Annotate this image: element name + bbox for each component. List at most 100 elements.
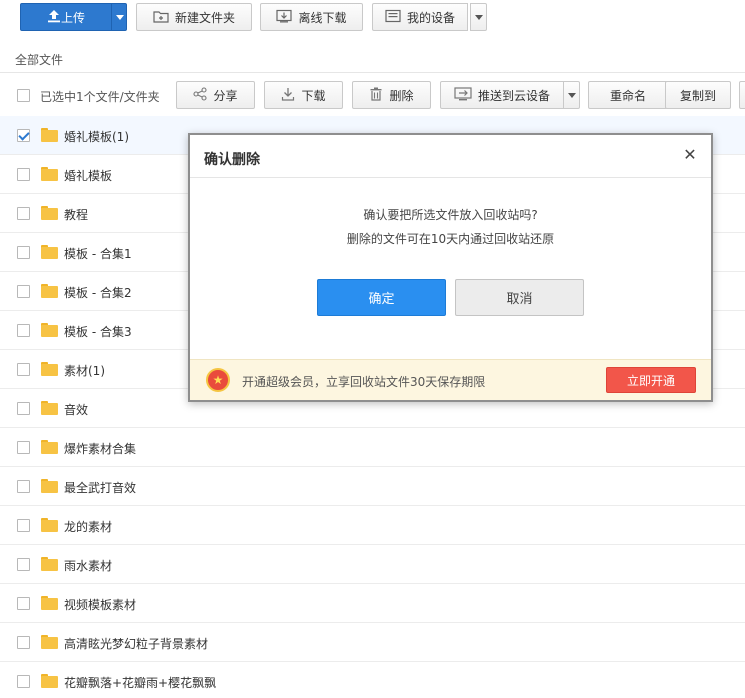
file-row[interactable]: 龙的素材	[0, 506, 745, 545]
upload-main[interactable]: 上传	[21, 4, 111, 30]
confirm-button[interactable]: 确定	[317, 279, 446, 316]
row-checkbox[interactable]	[17, 558, 30, 571]
file-row[interactable]: 视频模板素材	[0, 584, 745, 623]
row-checkbox[interactable]	[17, 207, 30, 220]
row-checkbox[interactable]	[17, 675, 30, 688]
rename-button[interactable]: 重命名	[588, 81, 668, 109]
breadcrumb[interactable]: 全部文件	[15, 51, 63, 68]
folder-icon	[41, 674, 58, 688]
download-label: 下载	[301, 88, 326, 103]
folder-icon	[41, 245, 58, 259]
file-name[interactable]: 高清眩光梦幻粒子背景素材	[64, 635, 208, 652]
row-checkbox[interactable]	[17, 636, 30, 649]
my-devices-button[interactable]: 我的设备	[372, 3, 468, 31]
folder-icon	[41, 206, 58, 220]
more-actions-button[interactable]	[739, 81, 745, 109]
share-label: 分享	[213, 88, 238, 103]
row-checkbox[interactable]	[17, 363, 30, 376]
delete-label: 删除	[389, 88, 414, 103]
chevron-down-icon	[474, 14, 483, 20]
file-row[interactable]: 爆炸素材合集	[0, 428, 745, 467]
file-row[interactable]: 雨水素材	[0, 545, 745, 584]
folder-icon	[41, 167, 58, 181]
rename-label: 重命名	[609, 88, 646, 103]
file-name[interactable]: 婚礼模板(1)	[64, 128, 129, 145]
file-row[interactable]: 花瓣飘落+花瓣雨+樱花飘飘	[0, 662, 745, 698]
my-devices-label: 我的设备	[406, 10, 455, 25]
row-checkbox[interactable]	[17, 402, 30, 415]
download-icon	[281, 87, 295, 104]
copy-to-button[interactable]: 复制到	[665, 81, 731, 109]
dialog-submessage: 删除的文件可在10天内通过回收站还原	[346, 232, 555, 246]
file-name[interactable]: 视频模板素材	[64, 596, 136, 613]
upload-icon	[47, 9, 61, 26]
offline-download-icon	[276, 9, 293, 26]
row-checkbox[interactable]	[17, 324, 30, 337]
confirm-delete-dialog: 确认删除 ✕ 确认要把所选文件放入回收站吗? 删除的文件可在10天内通过回收站还…	[188, 133, 713, 402]
cancel-button[interactable]: 取消	[455, 279, 584, 316]
select-all-checkbox[interactable]	[17, 89, 30, 102]
new-folder-label: 新建文件夹	[174, 10, 235, 25]
dialog-message: 确认要把所选文件放入回收站吗?	[363, 208, 538, 222]
row-checkbox[interactable]	[17, 480, 30, 493]
file-name[interactable]: 爆炸素材合集	[64, 440, 136, 457]
delete-button[interactable]: 删除	[352, 81, 431, 109]
folder-icon	[41, 596, 58, 610]
folder-icon	[41, 557, 58, 571]
vip-promo-text: 开通超级会员，立享回收站文件30天保存期限	[242, 375, 486, 389]
row-checkbox[interactable]	[17, 597, 30, 610]
file-name[interactable]: 模板 - 合集2	[64, 284, 132, 301]
row-checkbox[interactable]	[17, 246, 30, 259]
cloud-device-icon	[454, 86, 472, 104]
dialog-header: 确认删除 ✕	[190, 135, 711, 178]
open-vip-button[interactable]: 立即开通	[606, 367, 696, 393]
share-button[interactable]: 分享	[176, 81, 255, 109]
vip-crown-icon: ★	[206, 368, 230, 392]
file-name[interactable]: 婚礼模板	[64, 167, 112, 184]
device-icon	[385, 9, 401, 26]
file-name[interactable]: 模板 - 合集3	[64, 323, 132, 340]
download-button[interactable]: 下载	[264, 81, 343, 109]
close-icon[interactable]: ✕	[682, 147, 698, 163]
row-checkbox[interactable]	[17, 285, 30, 298]
push-to-cloud-device-label: 推送到云设备	[477, 88, 550, 103]
dialog-title: 确认删除	[204, 152, 260, 168]
row-checkbox[interactable]	[17, 168, 30, 181]
offline-download-label: 离线下载	[298, 10, 347, 25]
push-to-cloud-device-button[interactable]: 推送到云设备	[440, 81, 564, 109]
row-checkbox[interactable]	[17, 441, 30, 454]
folder-icon	[41, 128, 58, 142]
file-name[interactable]: 最全武打音效	[64, 479, 136, 496]
vip-promo-bar: ★ 开通超级会员，立享回收站文件30天保存期限 立即开通	[190, 359, 711, 400]
file-name[interactable]: 音效	[64, 401, 88, 418]
file-name[interactable]: 教程	[64, 206, 88, 223]
offline-download-button[interactable]: 离线下载	[260, 3, 363, 31]
folder-icon	[41, 518, 58, 532]
folder-icon	[41, 362, 58, 376]
upload-button[interactable]: 上传	[20, 3, 127, 31]
chevron-down-icon	[115, 14, 124, 20]
file-row[interactable]: 高清眩光梦幻粒子背景素材	[0, 623, 745, 662]
upload-label: 上传	[60, 10, 85, 25]
folder-icon	[41, 479, 58, 493]
trash-icon	[369, 87, 383, 104]
file-name[interactable]: 花瓣飘落+花瓣雨+樱花飘飘	[64, 674, 216, 691]
file-name[interactable]: 素材(1)	[64, 362, 105, 379]
share-icon	[193, 86, 208, 104]
new-folder-button[interactable]: 新建文件夹	[136, 3, 252, 31]
folder-icon	[41, 440, 58, 454]
folder-icon	[41, 284, 58, 298]
file-row[interactable]: 最全武打音效	[0, 467, 745, 506]
copy-to-label: 复制到	[679, 88, 716, 103]
file-name[interactable]: 模板 - 合集1	[64, 245, 132, 262]
action-bar: 已选中1个文件/文件夹 分享 下载 删除 推送到云设备 重命名 复制到	[0, 80, 745, 112]
row-checkbox[interactable]	[17, 519, 30, 532]
upload-dropdown-button[interactable]	[111, 4, 127, 30]
folder-icon	[41, 401, 58, 415]
row-checkbox[interactable]	[17, 129, 30, 142]
file-name[interactable]: 龙的素材	[64, 518, 112, 535]
selected-count-text: 已选中1个文件/文件夹	[40, 90, 160, 104]
my-devices-dropdown-button[interactable]	[470, 3, 487, 31]
push-to-cloud-dropdown-button[interactable]	[563, 81, 580, 109]
file-name[interactable]: 雨水素材	[64, 557, 112, 574]
